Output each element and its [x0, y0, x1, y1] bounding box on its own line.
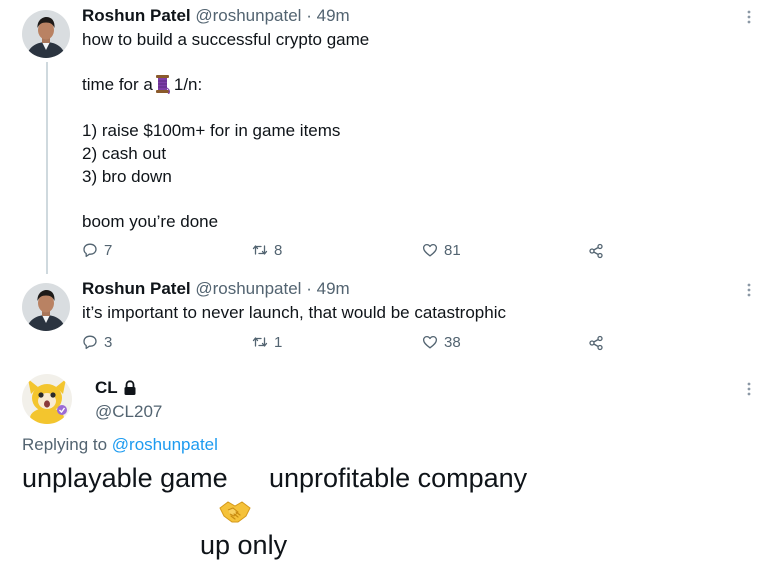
retweet-icon: [252, 245, 268, 255]
share-icon: [589, 243, 603, 259]
timestamp[interactable]: 49m: [317, 6, 350, 25]
replying-handle-link[interactable]: @roshunpatel: [112, 435, 218, 454]
tweet-line: time for a 1/n:: [82, 73, 202, 96]
tweet-line: boom you’re done: [82, 212, 219, 231]
author-handle[interactable]: @roshunpatel: [195, 279, 301, 298]
more-icon[interactable]: [744, 283, 754, 297]
share-icon: [589, 335, 603, 351]
like-button[interactable]: 81: [422, 240, 461, 260]
like-icon: [422, 335, 438, 349]
retweet-icon: [252, 337, 268, 347]
author-handle[interactable]: @CL207: [95, 402, 162, 422]
avatar[interactable]: [22, 374, 72, 424]
author-name[interactable]: Roshun Patel: [82, 279, 191, 298]
avatar[interactable]: [22, 10, 70, 58]
reply-count: 3: [104, 333, 113, 351]
separator-dot: ·: [306, 6, 312, 25]
tweet-header: Roshun Patel @roshunpatel · 49m: [82, 279, 350, 299]
tweet-header: Roshun Patel @roshunpatel · 49m: [82, 6, 350, 26]
tweet-line-text: time for a: [82, 75, 153, 94]
meme-text-bottom: up only: [200, 530, 288, 560]
like-icon: [422, 243, 438, 257]
avatar[interactable]: [22, 283, 70, 331]
retweet-count: 1: [274, 333, 283, 351]
author-handle[interactable]: @roshunpatel: [195, 6, 301, 25]
retweet-count: 8: [274, 241, 283, 259]
tweet-line: 1) raise $100m+ for in game items: [82, 121, 341, 140]
separator-dot: ·: [306, 279, 312, 298]
reply-author: CL: [95, 378, 137, 398]
reply-icon: [83, 335, 97, 350]
thread-line: [46, 62, 48, 274]
like-count: 81: [444, 241, 461, 259]
share-button[interactable]: [588, 241, 604, 261]
reply-count: 7: [104, 241, 113, 259]
share-button[interactable]: [588, 333, 604, 353]
replying-to: Replying to @roshunpatel: [22, 435, 218, 455]
tweet-line: 2) cash out: [82, 144, 167, 163]
more-icon[interactable]: [744, 382, 754, 396]
timestamp[interactable]: 49m: [317, 279, 350, 298]
handshake-icon: [218, 498, 252, 526]
retweet-button[interactable]: 8: [252, 240, 282, 260]
more-icon[interactable]: [744, 10, 754, 24]
tweet-text: it’s important to never launch, that wou…: [82, 303, 506, 322]
meme-text-left: unplayable game: [22, 463, 228, 493]
reply-button[interactable]: 7: [82, 240, 112, 260]
tweet-line: how to build a successful crypto game: [82, 30, 370, 49]
like-button[interactable]: 38: [422, 332, 461, 352]
author-name[interactable]: CL: [95, 378, 118, 398]
replying-label: Replying to: [22, 435, 108, 454]
spool-of-thread-icon: [155, 74, 170, 95]
author-name[interactable]: Roshun Patel: [82, 6, 191, 25]
lock-icon: [123, 380, 137, 396]
reply-button[interactable]: 3: [82, 332, 112, 352]
tweet-line-text: 1/n:: [173, 75, 203, 94]
like-count: 38: [444, 333, 461, 351]
reply-icon: [83, 243, 97, 258]
tweet-line: 3) bro down: [82, 167, 172, 186]
meme-text-right: unprofitable company: [269, 463, 528, 493]
retweet-button[interactable]: 1: [252, 332, 282, 352]
